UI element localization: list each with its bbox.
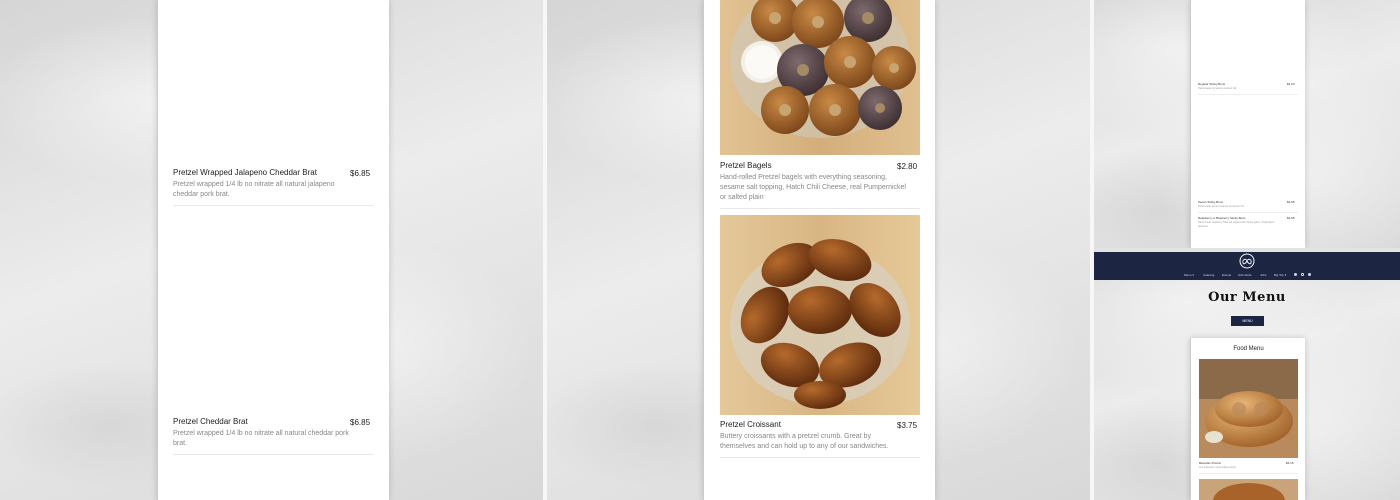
divider — [720, 208, 920, 209]
menu-item-price: $3.75 — [897, 421, 918, 430]
divider — [1198, 212, 1298, 213]
menu-item-description: or salted plain — [720, 194, 764, 201]
nav-events[interactable]: Events — [1222, 273, 1231, 277]
menu-item-description: sesame salt topping, Hatch Chili Cheese,… — [720, 184, 906, 191]
share-icon[interactable] — [1308, 273, 1311, 276]
nav-jobs[interactable]: Jobs — [1260, 273, 1266, 277]
menu-item[interactable]: Pretzel Croissant $3.75 Buttery croissan… — [720, 420, 920, 460]
screenshot-panel-1: Pretzel Wrapped Jalapeno Cheddar Brat $6… — [0, 0, 543, 500]
menu-item[interactable]: Regular Sticky Buns $4.00 Hand-made cinn… — [1198, 82, 1298, 96]
menu-item[interactable]: Raspberry or Blueberry Sticky Buns $4.95… — [1198, 216, 1298, 236]
bavarian-pretzel-photo — [1199, 359, 1298, 458]
croissants-photo — [720, 215, 920, 415]
menu-item-description: Buttery croissants with a pretzel crumb.… — [720, 433, 871, 440]
screenshot-panel-3-bottom: Menu ▾ Catering Events Gift Cards Jobs B… — [1094, 252, 1400, 500]
menu-item[interactable]: Pretzel Cheddar Brat $6.85 Pretzel wrapp… — [173, 417, 373, 457]
menu-item-description: cheddar pork brat. — [173, 191, 230, 198]
menu-item-name: Pretzel Cheddar Brat — [173, 417, 248, 426]
pretzel-logo[interactable] — [1239, 253, 1255, 269]
menu-item-name: Bavarian Pretzel — [1199, 461, 1222, 465]
site-navbar: Menu ▾ Catering Events Gift Cards Jobs B… — [1094, 252, 1400, 280]
screenshot-panel-2: Pretzel Bagels $2.80 Hand-rolled Pretzel… — [547, 0, 1090, 500]
menu-item[interactable]: Pretzel Bagels $2.80 Hand-rolled Pretzel… — [720, 161, 920, 211]
nav-menu[interactable]: Menu ▾ — [1184, 273, 1194, 277]
instagram-icon[interactable] — [1301, 273, 1304, 276]
menu-item-description: themselves and can hold up to any of our… — [720, 443, 889, 450]
menu-item-price: $4.95 — [1287, 216, 1295, 220]
menu-item[interactable]: Pretzel Wrapped Jalapeno Cheddar Brat $6… — [173, 168, 373, 208]
menu-item[interactable]: Pecan Sticky Buns $4.95 Hand-made pecan … — [1198, 200, 1298, 214]
menu-item-description: Pretzel wrapped 1/4 lb no nitrate all na… — [173, 181, 335, 188]
menu-item-description: Hand-made pecan caramel cinnamon roll — [1198, 205, 1244, 208]
menu-item-description: Hand-made raspberry filled roll topped w… — [1198, 221, 1276, 228]
menu-item-name: Pretzel Bagels — [720, 161, 772, 170]
menu-item-price: $6.85 — [350, 169, 371, 178]
section-title: Food Menu — [1233, 346, 1264, 352]
bagels-photo — [720, 0, 920, 155]
nav-big-top[interactable]: Big Top ▾ — [1274, 273, 1286, 277]
menu-item-description: brat. — [173, 440, 188, 447]
page-title: Our Menu — [1208, 290, 1286, 305]
pretzel-photo — [1199, 479, 1298, 500]
menu-item-name: Raspberry or Blueberry Sticky Buns — [1198, 216, 1246, 220]
menu-card: Regular Sticky Buns $4.00 Hand-made cinn… — [1190, 0, 1305, 248]
nav-catering[interactable]: Catering — [1203, 273, 1214, 277]
menu-item-price: $6.85 — [350, 418, 371, 427]
divider — [173, 205, 373, 206]
divider — [1199, 473, 1298, 474]
menu-item-price: $4.15 — [1286, 461, 1294, 465]
screenshot-panel-3-top: Regular Sticky Buns $4.00 Hand-made cinn… — [1094, 0, 1400, 248]
facebook-icon[interactable] — [1294, 273, 1297, 276]
menu-card: Pretzel Wrapped Jalapeno Cheddar Brat $6… — [157, 0, 389, 500]
divider — [173, 454, 373, 455]
nav-gift-cards[interactable]: Gift Cards — [1238, 273, 1252, 277]
menu-item-price: $4.95 — [1287, 200, 1295, 204]
menu-item-name: Pecan Sticky Buns — [1198, 200, 1224, 204]
menu-item-description: Hand-rolled Pretzel bagels with everythi… — [720, 174, 887, 181]
menu-item-name: Regular Sticky Buns — [1198, 82, 1226, 86]
menu-item-price: $4.00 — [1287, 82, 1295, 86]
menu-item-name: Pretzel Wrapped Jalapeno Cheddar Brat — [173, 168, 317, 177]
menu-item[interactable]: Bavarian Pretzel $4.15 Our authentic, ha… — [1199, 461, 1299, 475]
menu-item-description: Our authentic, hand-rolled pretzel — [1199, 466, 1237, 469]
menu-item-description: Hand-made cinnamon caramel roll — [1198, 87, 1237, 90]
menu-item-name: Pretzel Croissant — [720, 420, 781, 429]
divider — [720, 457, 920, 458]
menu-button[interactable]: MENU — [1231, 316, 1264, 326]
menu-card: Food Menu Bavarian Pretzel $4.15 Our aut… — [1190, 338, 1305, 500]
menu-item-price: $2.80 — [897, 162, 918, 171]
menu-card: Pretzel Bagels $2.80 Hand-rolled Pretzel… — [703, 0, 935, 500]
divider — [1198, 94, 1298, 95]
menu-item-description: Pretzel wrapped 1/4 lb no nitrate all na… — [173, 430, 349, 437]
